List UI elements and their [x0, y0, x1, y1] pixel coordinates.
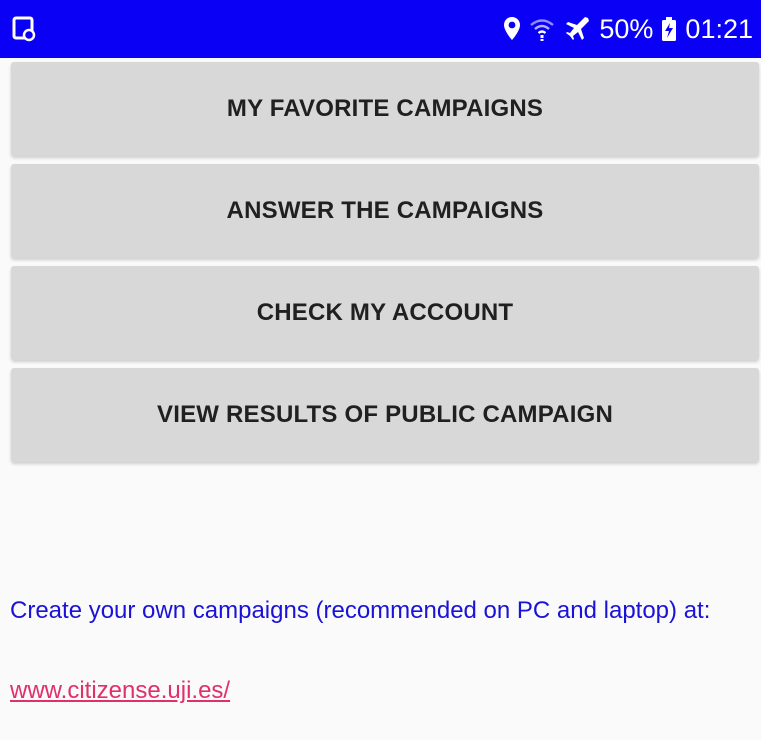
my-favorite-campaigns-button[interactable]: MY FAVORITE CAMPAIGNS	[11, 62, 759, 156]
wifi-icon	[529, 16, 555, 42]
answer-campaigns-button[interactable]: ANSWER THE CAMPAIGNS	[11, 164, 759, 258]
screenshot-notification-icon	[12, 16, 38, 42]
check-my-account-button[interactable]: CHECK MY ACCOUNT	[11, 266, 759, 360]
battery-percent: 50%	[599, 13, 654, 44]
create-campaigns-text: Create your own campaigns (recommended o…	[10, 597, 711, 624]
view-public-results-button[interactable]: VIEW RESULTS OF PUBLIC CAMPAIGN	[11, 368, 759, 462]
status-time: 01:21	[685, 13, 753, 44]
battery-charging-icon	[661, 16, 677, 42]
citizense-website-link[interactable]: www.citizense.uji.es/	[10, 676, 230, 706]
main-menu: MY FAVORITE CAMPAIGNS ANSWER THE CAMPAIG…	[11, 62, 759, 470]
location-icon	[503, 16, 521, 42]
status-bar: 50% 01:21	[0, 0, 761, 58]
airplane-mode-icon	[563, 15, 591, 43]
